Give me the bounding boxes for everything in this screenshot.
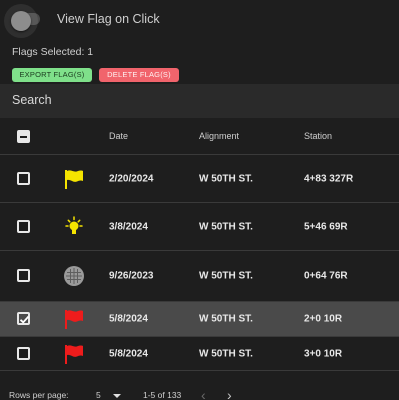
row-station: 5+46 69R xyxy=(304,221,348,232)
delete-flags-button[interactable]: DELETE FLAG(S) xyxy=(99,68,179,82)
next-page-button[interactable]: › xyxy=(227,387,232,400)
search-bar xyxy=(0,84,399,118)
table-row[interactable]: 9/26/2023 W 50TH ST. 0+64 76R xyxy=(0,251,399,302)
red-flag-icon xyxy=(62,342,86,366)
pagination: Rows per page: 5 1-5 of 133 ‹ › xyxy=(0,382,399,400)
row-date: 5/8/2024 xyxy=(109,348,148,359)
table-row[interactable]: 2/20/2024 W 50TH ST. 4+83 327R xyxy=(0,155,399,203)
previous-page-button[interactable]: ‹ xyxy=(201,387,206,400)
row-checkbox[interactable] xyxy=(17,269,30,282)
row-checkbox[interactable] xyxy=(17,219,30,233)
chevron-down-icon[interactable] xyxy=(113,394,121,398)
view-flag-toggle-row: View Flag on Click xyxy=(0,0,399,38)
row-alignment: W 50TH ST. xyxy=(199,313,253,325)
check-icon xyxy=(19,315,30,324)
column-header-alignment[interactable]: Alignment xyxy=(199,131,239,141)
row-station: 3+0 10R xyxy=(304,348,343,359)
row-checkbox[interactable] xyxy=(17,171,30,185)
row-alignment: W 50TH ST. xyxy=(199,348,253,359)
row-date: 9/26/2023 xyxy=(109,270,154,282)
rows-per-page-label: Rows per page: xyxy=(9,390,69,400)
pagination-range: 1-5 of 133 xyxy=(143,390,182,400)
row-date: 2/20/2024 xyxy=(109,173,154,184)
table-header: Date Alignment Station xyxy=(0,118,399,155)
search-input[interactable] xyxy=(12,93,382,107)
red-flag-icon xyxy=(62,307,86,331)
table-row[interactable]: 5/8/2024 W 50TH ST. 2+0 10R xyxy=(0,302,399,337)
table-row[interactable]: 5/8/2024 W 50TH ST. 3+0 10R xyxy=(0,337,399,371)
export-flags-button[interactable]: EXPORT FLAG(S) xyxy=(12,68,92,82)
table-row[interactable]: 3/8/2024 W 50TH ST. 5+46 69R xyxy=(0,203,399,251)
lightbulb-icon xyxy=(62,215,86,239)
view-flag-toggle-switch[interactable] xyxy=(11,11,31,31)
select-all-checkbox[interactable] xyxy=(17,130,30,143)
row-checkbox[interactable] xyxy=(17,346,30,360)
row-alignment: W 50TH ST. xyxy=(199,221,253,232)
column-header-date[interactable]: Date xyxy=(109,131,128,141)
grid-ball-icon xyxy=(62,264,86,288)
row-station: 4+83 327R xyxy=(304,173,354,184)
toggle-label: View Flag on Click xyxy=(57,12,160,26)
yellow-flag-icon xyxy=(62,167,86,191)
row-alignment: W 50TH ST. xyxy=(199,173,253,184)
rows-per-page-select[interactable]: 5 xyxy=(96,390,101,400)
row-station: 0+64 76R xyxy=(304,270,348,282)
column-header-station[interactable]: Station xyxy=(304,131,332,141)
row-checkbox[interactable] xyxy=(17,312,30,325)
row-date: 5/8/2024 xyxy=(109,313,148,325)
row-alignment: W 50TH ST. xyxy=(199,270,253,282)
row-date: 3/8/2024 xyxy=(109,221,148,232)
row-station: 2+0 10R xyxy=(304,313,343,325)
flags-selected-count: Flags Selected: 1 xyxy=(12,46,94,58)
